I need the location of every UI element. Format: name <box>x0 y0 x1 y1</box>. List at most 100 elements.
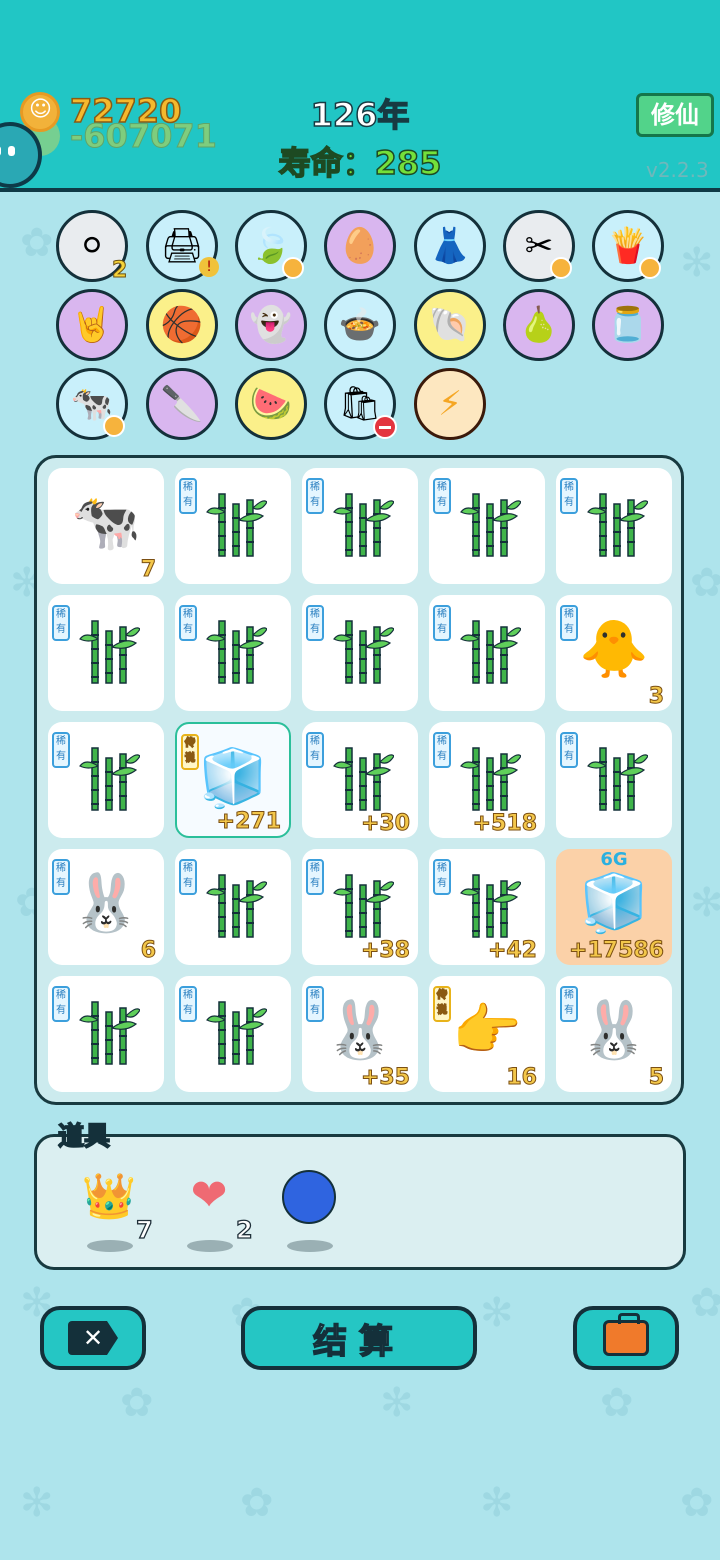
board-tile[interactable]: 稀有 <box>48 722 164 838</box>
crown-icon: 👑 <box>81 1171 137 1222</box>
prop-crown[interactable]: 👑 <box>74 1170 144 1230</box>
pear-icon: 🍐 <box>517 305 561 345</box>
liver-icon: ❤ <box>190 1170 228 1221</box>
item-basketballs[interactable]: 🏀 <box>146 289 218 361</box>
shell-icon: 🐚 <box>428 305 472 345</box>
board-tile[interactable]: 🧊 6G +17586 <box>556 849 672 965</box>
board-tile[interactable]: 稀有 <box>302 595 418 711</box>
tile-value: +38 <box>360 938 410 964</box>
board-tile[interactable]: 🐰 稀有 5 <box>556 976 672 1092</box>
prop-shadow <box>187 1240 233 1252</box>
bamboo-icon <box>460 747 521 811</box>
rarity-tag: 稀有 <box>433 605 451 641</box>
item-scissors[interactable]: ✂ <box>503 210 575 282</box>
item-jar[interactable]: 🫙 <box>592 289 664 361</box>
prop-liver[interactable]: ❤ <box>174 1170 244 1230</box>
prop-count: 2 <box>235 1215 253 1244</box>
board-tile[interactable]: 稀有 <box>302 468 418 584</box>
rarity-tag: 稀有 <box>306 986 324 1022</box>
rarity-tag: 稀有 <box>306 478 324 514</box>
board-tile[interactable]: 稀有 <box>429 595 545 711</box>
rarity-tag: 稀有 <box>52 986 70 1022</box>
cultivate-button[interactable]: 修仙 <box>636 93 714 137</box>
rarity-tag: 稀有 <box>52 859 70 895</box>
egg-tray-icon: ⚪ <box>77 226 107 266</box>
item-leaf[interactable]: 🍃 <box>235 210 307 282</box>
board-tile[interactable]: 稀有 +42 <box>429 849 545 965</box>
board-tile[interactable]: 稀有 +30 <box>302 722 418 838</box>
version-label: v2.2.3 <box>646 158 709 182</box>
board-tile[interactable]: 🐰 稀有 6 <box>48 849 164 965</box>
board-tile[interactable]: 稀有 <box>175 595 291 711</box>
heart-badge-icon <box>550 257 572 279</box>
settle-button[interactable]: 结算 <box>241 1306 477 1370</box>
jar-icon: 🫙 <box>606 305 650 345</box>
briefcase-icon <box>603 1313 649 1356</box>
scissors-icon: ✂ <box>524 226 554 266</box>
tile-value: 6 <box>140 938 156 964</box>
quit-button[interactable]: ✕ <box>40 1306 146 1370</box>
item-skirt[interactable]: 👗 <box>414 210 486 282</box>
item-ghost[interactable]: 👻 <box>235 289 307 361</box>
board-tile[interactable]: 稀有 <box>556 722 672 838</box>
cow-icon: 🐄 <box>71 490 141 555</box>
board-tile[interactable]: 🐄 7 <box>48 468 164 584</box>
board-tile[interactable]: 🧊 传说 +271 <box>175 722 291 838</box>
board-tile[interactable]: 稀有 <box>48 976 164 1092</box>
board-tile[interactable]: 稀有 <box>175 849 291 965</box>
board-tile[interactable]: 🐥 稀有 3 <box>556 595 672 711</box>
rarity-tag: 稀有 <box>433 478 451 514</box>
board-tile[interactable]: 稀有 <box>48 595 164 711</box>
item-shell[interactable]: 🐚 <box>414 289 486 361</box>
item-boiled-egg[interactable]: 🥚 <box>324 210 396 282</box>
board-tile[interactable]: 🐰 稀有 +35 <box>302 976 418 1092</box>
rarity-tag: 稀有 <box>179 986 197 1022</box>
bamboo-icon <box>587 493 648 557</box>
rarity-tag: 传说 <box>181 734 199 770</box>
rarity-tag: 稀有 <box>560 478 578 514</box>
remove-icon[interactable] <box>373 415 397 439</box>
board-tile[interactable]: 稀有 <box>429 468 545 584</box>
board-tile[interactable]: 稀有 <box>175 468 291 584</box>
blueberry-icon <box>282 1170 336 1224</box>
heart-badge-icon <box>639 257 661 279</box>
fridge-6g-icon: 🧊 <box>579 871 649 936</box>
bamboo-icon <box>333 874 394 938</box>
tile-value: 7 <box>140 557 156 583</box>
board-tile[interactable]: 稀有 <box>556 468 672 584</box>
item-lightning[interactable]: ⚡ <box>414 368 486 440</box>
bamboo-icon <box>460 493 521 557</box>
tile-value: 5 <box>648 1065 664 1091</box>
board-tile[interactable]: 稀有 <box>175 976 291 1092</box>
board-tile[interactable]: 👉 传说 16 <box>429 976 545 1092</box>
warning-icon: ! <box>199 257 219 277</box>
bag-button[interactable] <box>573 1306 679 1370</box>
rarity-tag: 稀有 <box>179 478 197 514</box>
item-pear[interactable]: 🍐 <box>503 289 575 361</box>
board-tile[interactable]: 稀有 +518 <box>429 722 545 838</box>
tile-value: 16 <box>506 1065 538 1091</box>
item-fries[interactable]: 🍟 <box>592 210 664 282</box>
fruit-basket-icon: 🍉 <box>249 384 293 424</box>
prop-count: 7 <box>135 1215 153 1244</box>
item-pot[interactable]: 🍲 <box>324 289 396 361</box>
item-fruit-basket[interactable]: 🍉 <box>235 368 307 440</box>
bamboo-icon <box>333 620 394 684</box>
item-cows[interactable]: 🐄 <box>56 368 128 440</box>
rarity-tag: 稀有 <box>52 605 70 641</box>
rarity-tag: 稀有 <box>179 859 197 895</box>
board-tile[interactable]: 稀有 +38 <box>302 849 418 965</box>
tile-value: +35 <box>360 1065 410 1091</box>
item-count: 2 <box>111 258 128 284</box>
rarity-tag: 稀有 <box>52 732 70 768</box>
rarity-tag: 稀有 <box>433 732 451 768</box>
item-sack[interactable]: 🛍 <box>324 368 397 440</box>
rarity-tag: 稀有 <box>433 859 451 895</box>
pot-icon: 🍲 <box>338 305 382 345</box>
item-rock-hand[interactable]: 🤘 <box>56 289 128 361</box>
top-header: 72720 -607071 126年 寿命：285 修仙 v2.2.3 <box>0 0 720 192</box>
prop-blueberry[interactable] <box>274 1170 344 1230</box>
item-cleaver[interactable]: 🔪 <box>146 368 218 440</box>
item-printer[interactable]: 🖨! <box>146 210 219 282</box>
skirt-icon: 👗 <box>428 226 472 266</box>
